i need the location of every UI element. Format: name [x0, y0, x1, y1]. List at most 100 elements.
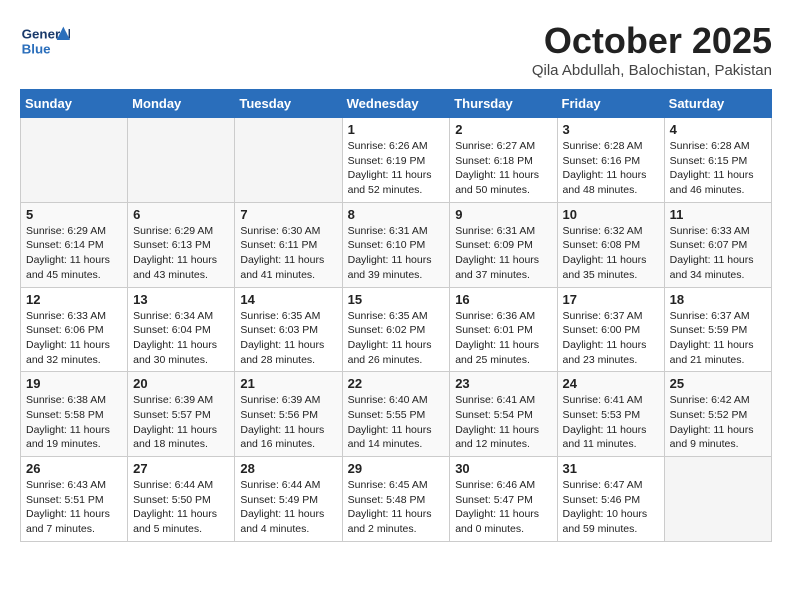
calendar-cell: 13 Sunrise: 6:34 AM Sunset: 6:04 PM Dayli…	[128, 287, 235, 372]
calendar-cell: 17 Sunrise: 6:37 AM Sunset: 6:00 PM Dayli…	[557, 287, 664, 372]
day-number: 2	[455, 122, 551, 137]
calendar-week-4: 19Sunrise: 6:38 AM Sunset: 5:58 PM Dayli…	[21, 372, 772, 457]
month-title: October 2025	[532, 20, 772, 62]
calendar-week-5: 26 Sunrise: 6:43 AM Sunset: 5:51 PM Dayli…	[21, 457, 772, 542]
day-number: 3	[563, 122, 659, 137]
day-number: 13	[133, 292, 229, 307]
calendar-cell: 27 Sunrise: 6:44 AM Sunset: 5:50 PM Dayli…	[128, 457, 235, 542]
day-number: 19	[26, 376, 122, 391]
calendar-cell: 1 Sunrise: 6:26 AM Sunset: 6:19 PM Daylig…	[342, 118, 450, 203]
col-header-thursday: Thursday	[450, 90, 557, 118]
day-info: Sunrise: 6:32 AM Sunset: 6:08 PM Dayligh…	[563, 224, 659, 283]
col-header-tuesday: Tuesday	[235, 90, 342, 118]
day-info: Sunrise: 6:31 AM Sunset: 6:10 PM Dayligh…	[348, 224, 445, 283]
day-number: 1	[348, 122, 445, 137]
col-header-friday: Friday	[557, 90, 664, 118]
col-header-wednesday: Wednesday	[342, 90, 450, 118]
day-info: Sunrise: 6:37 AM Sunset: 6:00 PM Dayligh…	[563, 309, 659, 368]
calendar-cell	[21, 118, 128, 203]
calendar-cell: 7 Sunrise: 6:30 AM Sunset: 6:11 PM Daylig…	[235, 202, 342, 287]
calendar-cell: 3 Sunrise: 6:28 AM Sunset: 6:16 PM Daylig…	[557, 118, 664, 203]
day-info: Sunrise: 6:33 AM Sunset: 6:06 PM Dayligh…	[26, 309, 122, 368]
calendar-cell: 6Sunrise: 6:29 AM Sunset: 6:13 PM Daylig…	[128, 202, 235, 287]
calendar-cell: 15Sunrise: 6:35 AM Sunset: 6:02 PM Dayli…	[342, 287, 450, 372]
day-number: 18	[670, 292, 766, 307]
day-info: Sunrise: 6:28 AM Sunset: 6:15 PM Dayligh…	[670, 139, 766, 198]
day-info: Sunrise: 6:47 AM Sunset: 5:46 PM Dayligh…	[563, 478, 659, 537]
title-block: October 2025 Qila Abdullah, Balochistan,…	[532, 20, 772, 79]
day-info: Sunrise: 6:36 AM Sunset: 6:01 PM Dayligh…	[455, 309, 551, 368]
day-info: Sunrise: 6:29 AM Sunset: 6:13 PM Dayligh…	[133, 224, 229, 283]
day-number: 24	[563, 376, 659, 391]
day-number: 17	[563, 292, 659, 307]
day-number: 27	[133, 461, 229, 476]
logo: General Blue	[20, 20, 74, 60]
day-info: Sunrise: 6:26 AM Sunset: 6:19 PM Dayligh…	[348, 139, 445, 198]
day-info: Sunrise: 6:40 AM Sunset: 5:55 PM Dayligh…	[348, 393, 445, 452]
calendar-cell: 18 Sunrise: 6:37 AM Sunset: 5:59 PM Dayli…	[664, 287, 771, 372]
day-info: Sunrise: 6:46 AM Sunset: 5:47 PM Dayligh…	[455, 478, 551, 537]
day-number: 30	[455, 461, 551, 476]
day-number: 11	[670, 207, 766, 222]
day-info: Sunrise: 6:42 AM Sunset: 5:52 PM Dayligh…	[670, 393, 766, 452]
day-number: 21	[240, 376, 336, 391]
calendar-cell: 4 Sunrise: 6:28 AM Sunset: 6:15 PM Daylig…	[664, 118, 771, 203]
calendar-cell: 31Sunrise: 6:47 AM Sunset: 5:46 PM Dayli…	[557, 457, 664, 542]
calendar-cell: 9Sunrise: 6:31 AM Sunset: 6:09 PM Daylig…	[450, 202, 557, 287]
day-number: 8	[348, 207, 445, 222]
day-info: Sunrise: 6:35 AM Sunset: 6:03 PM Dayligh…	[240, 309, 336, 368]
day-info: Sunrise: 6:28 AM Sunset: 6:16 PM Dayligh…	[563, 139, 659, 198]
calendar-header-row: SundayMondayTuesdayWednesdayThursdayFrid…	[21, 90, 772, 118]
day-info: Sunrise: 6:33 AM Sunset: 6:07 PM Dayligh…	[670, 224, 766, 283]
col-header-saturday: Saturday	[664, 90, 771, 118]
calendar-cell: 28 Sunrise: 6:44 AM Sunset: 5:49 PM Dayli…	[235, 457, 342, 542]
calendar-cell: 11 Sunrise: 6:33 AM Sunset: 6:07 PM Dayli…	[664, 202, 771, 287]
day-info: Sunrise: 6:44 AM Sunset: 5:49 PM Dayligh…	[240, 478, 336, 537]
svg-text:Blue: Blue	[22, 41, 51, 56]
calendar-cell: 5Sunrise: 6:29 AM Sunset: 6:14 PM Daylig…	[21, 202, 128, 287]
calendar-cell: 30 Sunrise: 6:46 AM Sunset: 5:47 PM Dayli…	[450, 457, 557, 542]
day-number: 9	[455, 207, 551, 222]
day-info: Sunrise: 6:34 AM Sunset: 6:04 PM Dayligh…	[133, 309, 229, 368]
logo-icon: General Blue	[20, 20, 70, 60]
day-info: Sunrise: 6:27 AM Sunset: 6:18 PM Dayligh…	[455, 139, 551, 198]
day-number: 4	[670, 122, 766, 137]
calendar-week-2: 5Sunrise: 6:29 AM Sunset: 6:14 PM Daylig…	[21, 202, 772, 287]
day-number: 28	[240, 461, 336, 476]
calendar-week-3: 12 Sunrise: 6:33 AM Sunset: 6:06 PM Dayli…	[21, 287, 772, 372]
calendar-table: SundayMondayTuesdayWednesdayThursdayFrid…	[20, 89, 772, 542]
calendar-cell: 14Sunrise: 6:35 AM Sunset: 6:03 PM Dayli…	[235, 287, 342, 372]
day-number: 5	[26, 207, 122, 222]
calendar-cell: 8 Sunrise: 6:31 AM Sunset: 6:10 PM Daylig…	[342, 202, 450, 287]
day-info: Sunrise: 6:37 AM Sunset: 5:59 PM Dayligh…	[670, 309, 766, 368]
calendar-cell: 12 Sunrise: 6:33 AM Sunset: 6:06 PM Dayli…	[21, 287, 128, 372]
day-number: 25	[670, 376, 766, 391]
day-info: Sunrise: 6:30 AM Sunset: 6:11 PM Dayligh…	[240, 224, 336, 283]
calendar-week-1: 1 Sunrise: 6:26 AM Sunset: 6:19 PM Daylig…	[21, 118, 772, 203]
calendar-cell: 21 Sunrise: 6:39 AM Sunset: 5:56 PM Dayli…	[235, 372, 342, 457]
day-number: 15	[348, 292, 445, 307]
day-number: 10	[563, 207, 659, 222]
day-number: 22	[348, 376, 445, 391]
calendar-cell: 23 Sunrise: 6:41 AM Sunset: 5:54 PM Dayli…	[450, 372, 557, 457]
day-number: 7	[240, 207, 336, 222]
day-info: Sunrise: 6:41 AM Sunset: 5:53 PM Dayligh…	[563, 393, 659, 452]
calendar-cell: 24 Sunrise: 6:41 AM Sunset: 5:53 PM Dayli…	[557, 372, 664, 457]
day-number: 12	[26, 292, 122, 307]
day-info: Sunrise: 6:41 AM Sunset: 5:54 PM Dayligh…	[455, 393, 551, 452]
col-header-monday: Monday	[128, 90, 235, 118]
day-number: 23	[455, 376, 551, 391]
day-number: 20	[133, 376, 229, 391]
day-info: Sunrise: 6:45 AM Sunset: 5:48 PM Dayligh…	[348, 478, 445, 537]
day-number: 29	[348, 461, 445, 476]
day-info: Sunrise: 6:39 AM Sunset: 5:56 PM Dayligh…	[240, 393, 336, 452]
location: Qila Abdullah, Balochistan, Pakistan	[532, 62, 772, 79]
calendar-cell: 26 Sunrise: 6:43 AM Sunset: 5:51 PM Dayli…	[21, 457, 128, 542]
day-number: 16	[455, 292, 551, 307]
day-info: Sunrise: 6:44 AM Sunset: 5:50 PM Dayligh…	[133, 478, 229, 537]
calendar-cell	[664, 457, 771, 542]
calendar-cell: 2 Sunrise: 6:27 AM Sunset: 6:18 PM Daylig…	[450, 118, 557, 203]
day-info: Sunrise: 6:43 AM Sunset: 5:51 PM Dayligh…	[26, 478, 122, 537]
calendar-cell: 16 Sunrise: 6:36 AM Sunset: 6:01 PM Dayli…	[450, 287, 557, 372]
day-number: 26	[26, 461, 122, 476]
